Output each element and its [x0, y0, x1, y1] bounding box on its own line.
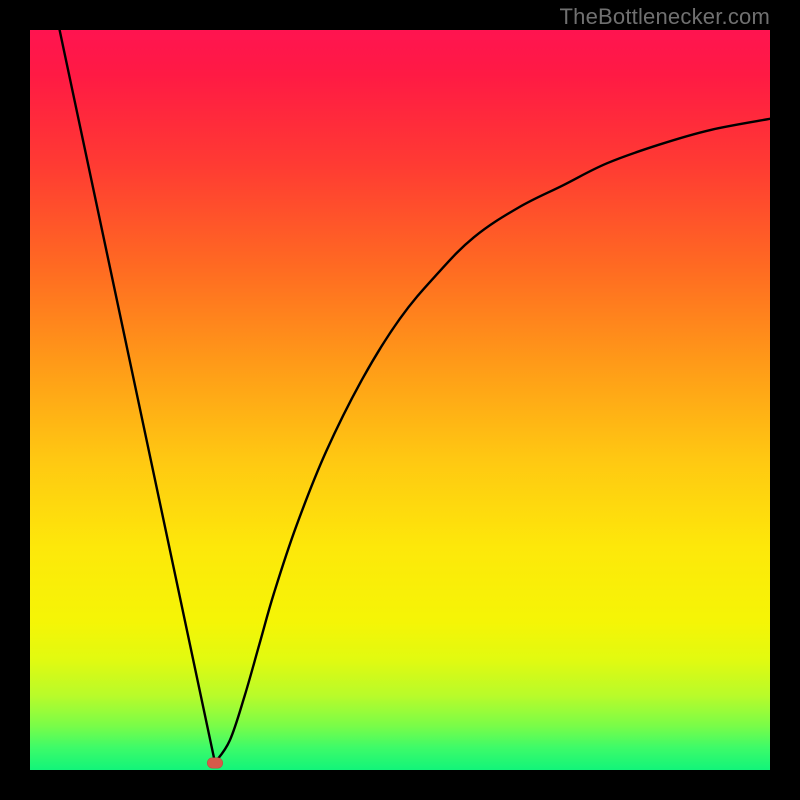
attribution-text: TheBottlenecker.com [560, 4, 770, 30]
plot-area [30, 30, 770, 770]
chart-stage: TheBottlenecker.com [0, 0, 800, 800]
minimum-marker [207, 757, 223, 768]
bottleneck-curve [30, 30, 770, 770]
